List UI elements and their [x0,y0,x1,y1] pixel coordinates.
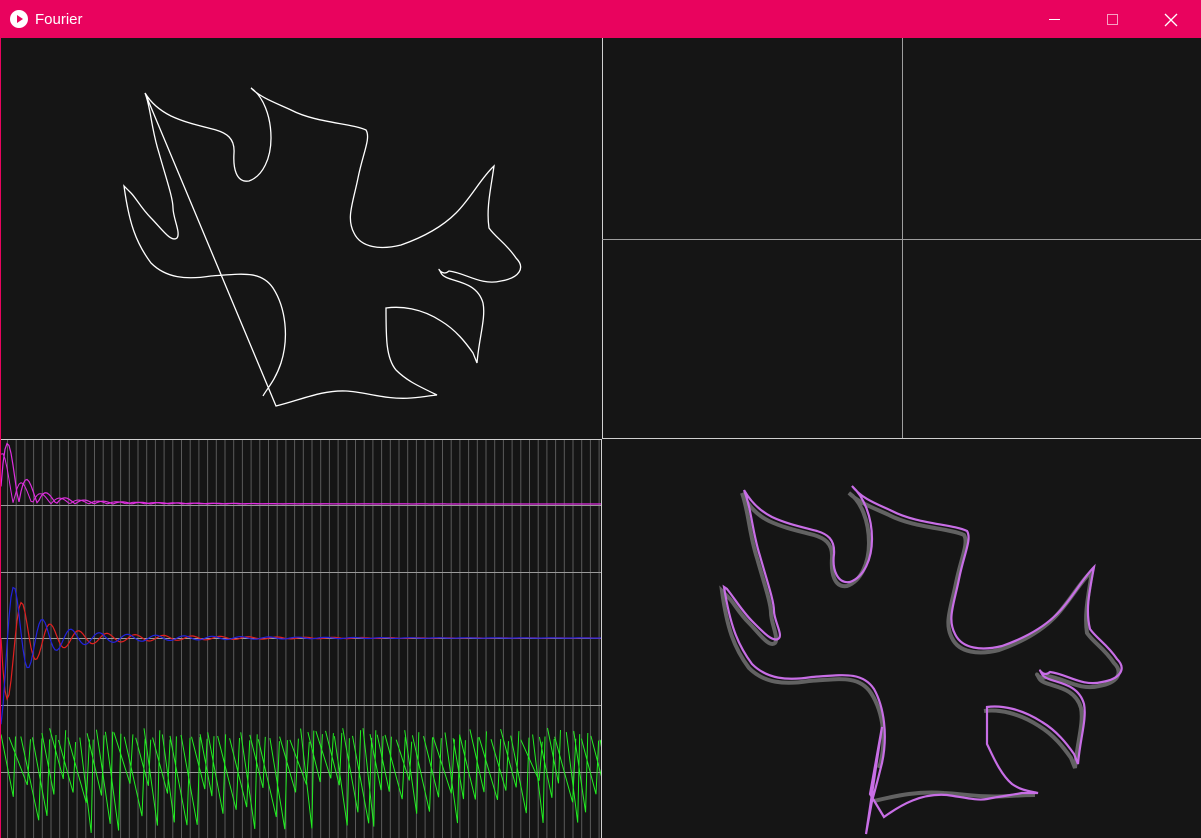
reconstructed-outline [722,485,1123,835]
play-circle-icon [10,10,28,28]
real-series [1,601,601,701]
minimize-icon [1049,19,1060,20]
magnitude-series [1,442,601,505]
close-icon [1164,13,1178,27]
maximize-button[interactable] [1083,0,1141,38]
reconstruction-panel[interactable] [602,439,1201,838]
minimize-button[interactable] [1025,0,1083,38]
app-canvas[interactable] [0,38,1201,838]
imaginary-series [1,586,601,725]
close-button[interactable] [1142,0,1200,38]
original-outline [719,491,1121,803]
epicycle-panel[interactable] [602,38,1201,439]
window-title: Fourier [35,11,83,28]
maximize-icon [1107,14,1118,25]
spectrum-panel[interactable] [1,38,602,838]
title-bar: Fourier [0,0,1201,38]
magnitude-series-2 [1,453,601,505]
